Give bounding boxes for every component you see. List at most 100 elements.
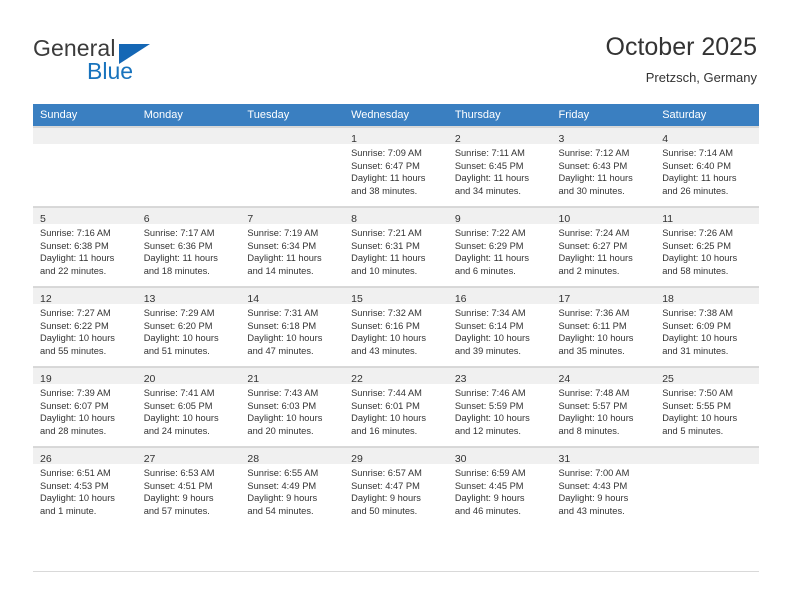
calendar-cell[interactable]: 29 Sunrise: 6:57 AM Sunset: 4:47 PM Dayligh… <box>344 446 448 526</box>
daylight-text-line1: Daylight: 10 hours <box>40 493 115 504</box>
day-number: 2 <box>454 133 461 145</box>
sunrise-text: Sunrise: 6:55 AM <box>247 468 319 478</box>
daylight-text-line1: Daylight: 10 hours <box>351 333 427 344</box>
daylight-text-line2: and 58 minutes. <box>662 265 729 276</box>
calendar-cell[interactable]: 22 Sunrise: 7:44 AM Sunset: 6:01 PM Dayligh… <box>344 366 448 447</box>
calendar-cell[interactable]: 21 Sunrise: 7:43 AM Sunset: 6:03 PM Dayligh… <box>240 366 345 447</box>
calendar-cell[interactable]: 12 Sunrise: 7:27 AM Sunset: 6:22 PM Dayligh… <box>33 286 137 367</box>
calendar-cell[interactable]: 28 Sunrise: 6:55 AM Sunset: 4:49 PM Dayligh… <box>240 446 345 526</box>
day-number: 10 <box>558 213 571 225</box>
sunset-text: Sunset: 4:53 PM <box>40 480 109 491</box>
daylight-text-line2: and 26 minutes. <box>662 185 729 196</box>
calendar-day: 7 Sunrise: 7:19 AM Sunset: 6:34 PM Daylight… <box>240 207 345 286</box>
calendar-day: 13 Sunrise: 7:29 AM Sunset: 6:20 PM Dayligh… <box>136 287 241 366</box>
calendar-cell[interactable]: 8 Sunrise: 7:21 AM Sunset: 6:31 PM Daylight… <box>344 206 448 287</box>
calendar-cell[interactable]: 18 Sunrise: 7:38 AM Sunset: 6:09 PM Dayligh… <box>655 286 759 367</box>
day-details: Sunrise: 6:59 AM Sunset: 4:45 PM Daylight:… <box>448 464 552 517</box>
sunset-text: Sunset: 6:40 PM <box>662 160 731 171</box>
calendar-cell[interactable]: 23 Sunrise: 7:46 AM Sunset: 5:59 PM Dayligh… <box>447 366 552 447</box>
day-details: Sunrise: 7:26 AM Sunset: 6:25 PM Daylight:… <box>655 224 759 277</box>
day-number: 16 <box>454 293 467 305</box>
sunset-text: Sunset: 6:22 PM <box>40 320 109 331</box>
daylight-text-line2: and 43 minutes. <box>558 505 625 516</box>
calendar-cell[interactable]: 2 Sunrise: 7:11 AM Sunset: 6:45 PM Daylight… <box>447 126 552 207</box>
calendar-cell[interactable]: 16 Sunrise: 7:34 AM Sunset: 6:14 PM Dayligh… <box>447 286 552 367</box>
sunrise-text: Sunrise: 7:16 AM <box>40 228 111 238</box>
weekday-header-tuesday: Tuesday <box>240 104 345 127</box>
calendar-cell[interactable]: 30 Sunrise: 6:59 AM Sunset: 4:45 PM Dayligh… <box>447 446 552 526</box>
sunrise-text: Sunrise: 7:43 AM <box>247 388 319 398</box>
calendar-cell[interactable]: 24 Sunrise: 7:48 AM Sunset: 5:57 PM Dayligh… <box>551 366 656 447</box>
daylight-text-line2: and 50 minutes. <box>351 505 418 516</box>
calendar-cell[interactable]: 20 Sunrise: 7:41 AM Sunset: 6:05 PM Dayligh… <box>136 366 241 447</box>
sunset-text: Sunset: 4:45 PM <box>454 480 524 491</box>
calendar-day: 5 Sunrise: 7:16 AM Sunset: 6:38 PM Daylight… <box>33 207 137 286</box>
daylight-text-line1: Daylight: 10 hours <box>558 333 634 344</box>
table-bottom-border <box>33 571 759 572</box>
calendar-table: Sunday Monday Tuesday Wednesday Thursday… <box>33 104 759 526</box>
calendar-day: 14 Sunrise: 7:31 AM Sunset: 6:18 PM Dayligh… <box>240 287 345 366</box>
calendar-body: 1 Sunrise: 7:09 AM Sunset: 6:47 PM Daylight… <box>33 126 759 526</box>
daylight-text-line2: and 34 minutes. <box>454 185 521 196</box>
weekday-header-sunday: Sunday <box>33 104 137 127</box>
weekday-header-thursday: Thursday <box>447 104 552 127</box>
sunrise-text: Sunrise: 7:29 AM <box>143 308 215 318</box>
day-number: 9 <box>454 213 461 225</box>
daylight-text-line2: and 54 minutes. <box>247 505 314 516</box>
day-details: Sunrise: 7:44 AM Sunset: 6:01 PM Daylight:… <box>344 384 448 437</box>
calendar-cell[interactable]: 26 Sunrise: 6:51 AM Sunset: 4:53 PM Dayligh… <box>33 446 137 526</box>
sunrise-text: Sunrise: 7:38 AM <box>662 308 734 318</box>
logo[interactable]: General Blue <box>33 35 233 85</box>
calendar-cell[interactable]: 19 Sunrise: 7:39 AM Sunset: 6:07 PM Dayligh… <box>33 366 137 447</box>
calendar-cell[interactable]: 6 Sunrise: 7:17 AM Sunset: 6:36 PM Daylight… <box>136 206 241 287</box>
day-number-bar: 27 <box>136 448 241 465</box>
daylight-text-line2: and 1 minute. <box>40 505 97 516</box>
daylight-text-line2: and 6 minutes. <box>454 265 516 276</box>
calendar-cell[interactable]: 3 Sunrise: 7:12 AM Sunset: 6:43 PM Daylight… <box>551 126 656 207</box>
sunrise-text: Sunrise: 7:22 AM <box>454 228 526 238</box>
calendar-cell[interactable]: 14 Sunrise: 7:31 AM Sunset: 6:18 PM Dayligh… <box>240 286 345 367</box>
daylight-text-line2: and 12 minutes. <box>454 425 521 436</box>
calendar-day: 17 Sunrise: 7:36 AM Sunset: 6:11 PM Dayligh… <box>551 287 656 366</box>
daylight-text-line1: Daylight: 11 hours <box>40 253 115 264</box>
calendar-cell[interactable]: 10 Sunrise: 7:24 AM Sunset: 6:27 PM Dayligh… <box>551 206 656 287</box>
day-number-bar: 28 <box>240 448 345 465</box>
day-number: 20 <box>143 373 156 385</box>
calendar-cell[interactable]: 13 Sunrise: 7:29 AM Sunset: 6:20 PM Dayligh… <box>136 286 241 367</box>
calendar-cell-empty <box>240 127 345 206</box>
sunset-text: Sunset: 4:47 PM <box>351 480 420 491</box>
sunrise-text: Sunrise: 7:31 AM <box>247 308 319 318</box>
daylight-text-line2: and 39 minutes. <box>454 345 521 356</box>
calendar-cell <box>240 126 345 207</box>
calendar-cell[interactable]: 7 Sunrise: 7:19 AM Sunset: 6:34 PM Daylight… <box>240 206 345 287</box>
daylight-text-line1: Daylight: 10 hours <box>662 253 738 264</box>
calendar-cell[interactable]: 9 Sunrise: 7:22 AM Sunset: 6:29 PM Daylight… <box>447 206 552 287</box>
sunset-text: Sunset: 6:09 PM <box>662 320 731 331</box>
day-number: 29 <box>351 453 363 465</box>
calendar-cell[interactable]: 31 Sunrise: 7:00 AM Sunset: 4:43 PM Dayligh… <box>551 446 656 526</box>
daylight-text-line1: Daylight: 10 hours <box>143 333 219 344</box>
day-number: 23 <box>454 373 467 385</box>
day-number-bar: 15 <box>344 288 448 305</box>
calendar-week-row: 26 Sunrise: 6:51 AM Sunset: 4:53 PM Dayligh… <box>33 446 759 526</box>
daylight-text-line1: Daylight: 11 hours <box>662 173 737 184</box>
calendar-cell[interactable]: 25 Sunrise: 7:50 AM Sunset: 5:55 PM Dayligh… <box>655 366 759 447</box>
daylight-text-line1: Daylight: 9 hours <box>351 493 421 504</box>
calendar-cell[interactable]: 1 Sunrise: 7:09 AM Sunset: 6:47 PM Daylight… <box>344 126 448 207</box>
day-number: 25 <box>662 373 674 385</box>
calendar-cell[interactable]: 17 Sunrise: 7:36 AM Sunset: 6:11 PM Dayligh… <box>551 286 656 367</box>
calendar-cell[interactable]: 11 Sunrise: 7:26 AM Sunset: 6:25 PM Dayligh… <box>655 206 759 287</box>
day-details: Sunrise: 7:32 AM Sunset: 6:16 PM Daylight:… <box>344 304 448 357</box>
day-number: 12 <box>40 293 52 305</box>
sunset-text: Sunset: 4:43 PM <box>558 480 628 491</box>
calendar-cell[interactable]: 4 Sunrise: 7:14 AM Sunset: 6:40 PM Daylight… <box>655 126 759 207</box>
daylight-text-line1: Daylight: 11 hours <box>454 253 530 264</box>
day-number-bar: 13 <box>136 288 241 305</box>
calendar-cell[interactable]: 15 Sunrise: 7:32 AM Sunset: 6:16 PM Dayligh… <box>344 286 448 367</box>
calendar-cell[interactable]: 27 Sunrise: 6:53 AM Sunset: 4:51 PM Dayligh… <box>136 446 241 526</box>
day-details: Sunrise: 7:19 AM Sunset: 6:34 PM Daylight:… <box>240 224 344 277</box>
calendar-page: General Blue October 2025 Pretzsch, Germ… <box>0 0 792 612</box>
daylight-text-line1: Daylight: 9 hours <box>558 493 629 504</box>
sunset-text: Sunset: 6:16 PM <box>351 320 420 331</box>
calendar-cell[interactable]: 5 Sunrise: 7:16 AM Sunset: 6:38 PM Daylight… <box>33 206 137 287</box>
